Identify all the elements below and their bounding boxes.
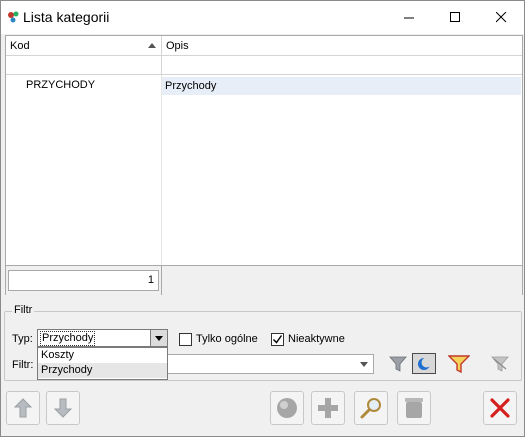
title-bar: Lista kategorii	[1, 1, 524, 34]
filter-row-kod-cell[interactable]	[6, 56, 162, 75]
edit-button[interactable]	[354, 391, 388, 425]
type-label: Typ:	[12, 333, 33, 345]
column-header-kod[interactable]: Kod	[6, 36, 162, 56]
arrow-up-icon	[13, 398, 33, 418]
delete-button[interactable]	[397, 391, 431, 425]
move-down-button[interactable]	[46, 391, 80, 425]
table-row[interactable]: PRZYCHODY Przychody	[6, 77, 522, 95]
refresh-button[interactable]	[270, 391, 304, 425]
grid-footer: 1	[6, 265, 522, 295]
checkmark-icon	[273, 335, 283, 344]
toggle-filter-button[interactable]	[412, 353, 436, 374]
inactive-label: Nieaktywne	[288, 333, 345, 345]
close-dialog-button[interactable]	[483, 391, 517, 425]
record-count: 1	[8, 270, 159, 291]
type-dropdown-list: Koszty Przychody	[37, 347, 168, 380]
sort-ascending-icon	[148, 43, 156, 48]
close-window-button[interactable]	[478, 1, 524, 34]
close-icon	[490, 398, 510, 418]
filter-group-legend: Filtr	[12, 304, 35, 316]
sphere-icon	[277, 398, 297, 418]
clear-filter-icon	[491, 356, 509, 372]
funnel-icon	[389, 356, 407, 372]
type-select[interactable]: Przychody	[37, 329, 168, 347]
type-select-value: Przychody	[40, 331, 96, 346]
column-header-opis-label: Opis	[166, 40, 189, 52]
add-button[interactable]	[311, 391, 345, 425]
move-up-button[interactable]	[6, 391, 40, 425]
only-general-label: Tylko ogólne	[196, 333, 258, 345]
trash-icon	[405, 398, 423, 418]
column-header-kod-label: Kod	[10, 40, 30, 52]
advanced-filter-icon	[448, 355, 470, 373]
footer-divider	[161, 266, 162, 295]
minimize-button[interactable]	[386, 1, 432, 34]
clear-filter-button[interactable]	[486, 353, 514, 375]
filter-row-opis-cell[interactable]	[162, 56, 522, 75]
column-header-opis[interactable]: Opis	[162, 36, 522, 56]
chevron-down-icon[interactable]	[150, 330, 167, 346]
cell-opis: Przychody	[162, 77, 521, 95]
apply-filter-button[interactable]	[384, 353, 412, 375]
filter-history-dropdown[interactable]	[355, 355, 373, 373]
magnifier-icon	[360, 398, 381, 419]
column-divider	[161, 75, 162, 265]
close-icon	[495, 12, 506, 23]
only-general-checkbox[interactable]	[179, 333, 192, 346]
dialog-window: Lista kategorii Kod Opis PRZYCHODY Przyc…	[0, 0, 525, 437]
cell-kod: PRZYCHODY	[26, 79, 96, 91]
dropdown-option-przychody[interactable]: Przychody	[38, 363, 167, 378]
minimize-icon	[403, 17, 414, 19]
dropdown-option-koszty[interactable]: Koszty	[38, 348, 167, 363]
app-icon	[8, 11, 19, 23]
plus-icon	[318, 398, 338, 418]
filter-label: Filtr:	[12, 359, 34, 371]
arrow-down-icon	[53, 398, 73, 418]
inactive-checkbox[interactable]	[271, 333, 284, 346]
window-title: Lista kategorii	[23, 9, 110, 25]
advanced-filter-button[interactable]	[444, 353, 474, 375]
categories-grid: Kod Opis PRZYCHODY Przychody 1	[5, 35, 523, 295]
moon-icon	[418, 357, 432, 370]
maximize-icon	[449, 12, 460, 22]
maximize-button[interactable]	[432, 1, 478, 34]
